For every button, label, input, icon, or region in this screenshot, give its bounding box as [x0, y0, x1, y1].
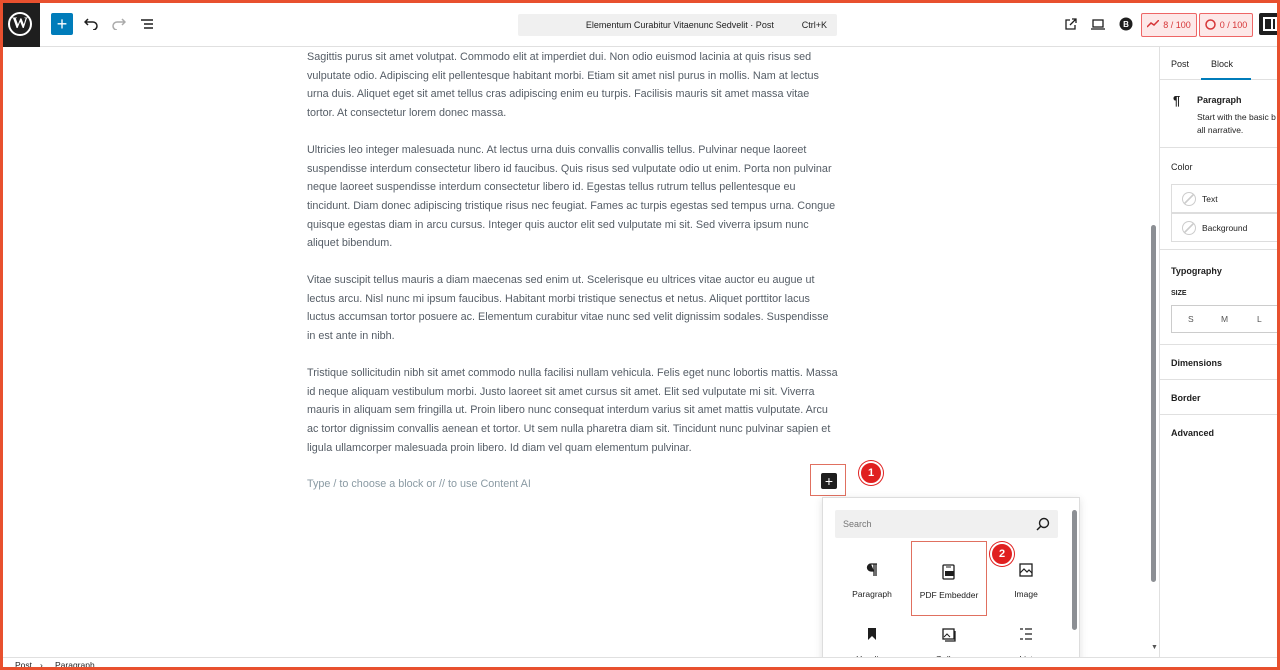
- paragraph-block[interactable]: Tristique sollicitudin nibh sit amet com…: [307, 364, 839, 458]
- block-inserter-popover: Search Paragraph PDF Embedder Image Head…: [822, 497, 1080, 670]
- document-overview-icon[interactable]: [136, 13, 158, 35]
- size-label: SIZE: [1171, 290, 1187, 297]
- block-search-input[interactable]: Search: [835, 510, 1058, 538]
- background-color-option[interactable]: Background: [1171, 213, 1280, 242]
- advanced-panel[interactable]: Advanced: [1160, 415, 1280, 450]
- breadcrumb-paragraph[interactable]: Paragraph: [55, 660, 95, 670]
- settings-sidebar: Post Block ¶ Paragraph Start with the ba…: [1159, 47, 1280, 657]
- color-panel: Color Text Background: [1160, 148, 1280, 250]
- inserter-scrollbar[interactable]: [1072, 510, 1077, 630]
- plus-icon: +: [821, 473, 837, 489]
- breadcrumb-post[interactable]: Post: [15, 660, 32, 670]
- readability-score-value: 0 / 100: [1219, 20, 1248, 30]
- command-palette-bar[interactable]: Elementum Curabitur Vitaenunc Sedvelit ·…: [518, 14, 837, 36]
- empty-block-placeholder[interactable]: Type / to choose a block or // to use Co…: [307, 475, 839, 494]
- typography-heading: Typography: [1171, 266, 1222, 276]
- block-card-description-2: all narrative.: [1197, 125, 1244, 135]
- breadcrumb-separator: ›: [40, 660, 43, 670]
- redo-icon[interactable]: [108, 13, 130, 35]
- border-panel[interactable]: Border: [1160, 380, 1280, 415]
- bookmark-icon: [834, 628, 910, 644]
- preview-device-icon[interactable]: [1087, 13, 1109, 35]
- block-card: ¶ Paragraph Start with the basic b all n…: [1160, 80, 1280, 148]
- seo-chart-icon: [1146, 19, 1160, 30]
- post-content: Sagittis purus sit amet volutpat. Commod…: [307, 47, 839, 494]
- dimensions-panel[interactable]: Dimensions: [1160, 345, 1280, 380]
- step-badge-2: 2: [990, 542, 1014, 566]
- editor-scrollbar[interactable]: [1151, 225, 1156, 582]
- pdf-icon: [912, 564, 986, 580]
- block-paragraph[interactable]: Paragraph: [834, 541, 910, 616]
- text-color-option[interactable]: Text: [1171, 184, 1280, 213]
- content-ai-icon: [1204, 18, 1216, 32]
- block-card-description: Start with the basic b: [1197, 112, 1276, 122]
- size-s-option[interactable]: S: [1188, 314, 1194, 324]
- size-l-option[interactable]: L: [1257, 314, 1262, 324]
- paragraph-block[interactable]: Sagittis purus sit amet volutpat. Commod…: [307, 48, 839, 123]
- tab-block[interactable]: Block: [1200, 59, 1252, 80]
- step-badge-1: 1: [859, 461, 883, 485]
- pilcrow-icon: [834, 563, 910, 579]
- wordpress-logo-icon[interactable]: W: [0, 0, 40, 47]
- block-breadcrumb: Post › Paragraph: [0, 657, 1280, 670]
- gallery-icon: [911, 628, 987, 644]
- list-icon: [988, 628, 1064, 644]
- view-post-icon[interactable]: [1059, 13, 1081, 35]
- inline-inserter-button[interactable]: +: [810, 464, 846, 496]
- block-pdf-embedder[interactable]: PDF Embedder: [911, 541, 987, 616]
- block-card-title: Paragraph: [1197, 95, 1242, 105]
- plugin-shield-icon[interactable]: B: [1115, 13, 1137, 35]
- search-placeholder: Search: [843, 519, 872, 529]
- settings-sidebar-toggle-icon[interactable]: [1259, 13, 1280, 35]
- tab-post[interactable]: Post: [1171, 59, 1189, 69]
- scroll-down-arrow-icon[interactable]: ▼: [1151, 644, 1158, 651]
- font-size-toggle-group: S M L: [1171, 305, 1280, 333]
- empty-swatch-icon: [1182, 191, 1196, 206]
- color-heading: Color: [1171, 162, 1193, 172]
- sidebar-tabs: Post Block: [1160, 47, 1280, 80]
- pilcrow-icon: ¶: [1173, 93, 1181, 108]
- paragraph-block[interactable]: Ultricies leo integer malesuada nunc. At…: [307, 141, 839, 253]
- editor-toolbar: W + Elementum Curabitur Vitaenunc Sedvel…: [0, 0, 1280, 47]
- seo-score-value: 8 / 100: [1163, 20, 1191, 30]
- paragraph-block[interactable]: Vitae suscipit tellus mauris a diam maec…: [307, 271, 839, 346]
- svg-text:B: B: [1123, 20, 1129, 29]
- undo-icon[interactable]: [80, 13, 102, 35]
- empty-swatch-icon: [1182, 220, 1196, 235]
- seo-score-badge[interactable]: 8 / 100: [1141, 13, 1197, 37]
- search-icon: [1036, 517, 1050, 531]
- shortcut-hint: Ctrl+K: [801, 20, 827, 30]
- add-block-button[interactable]: +: [51, 13, 73, 35]
- size-m-option[interactable]: M: [1221, 314, 1228, 324]
- readability-score-badge[interactable]: 0 / 100: [1199, 13, 1253, 37]
- document-title: Elementum Curabitur Vitaenunc Sedvelit ·…: [585, 20, 774, 30]
